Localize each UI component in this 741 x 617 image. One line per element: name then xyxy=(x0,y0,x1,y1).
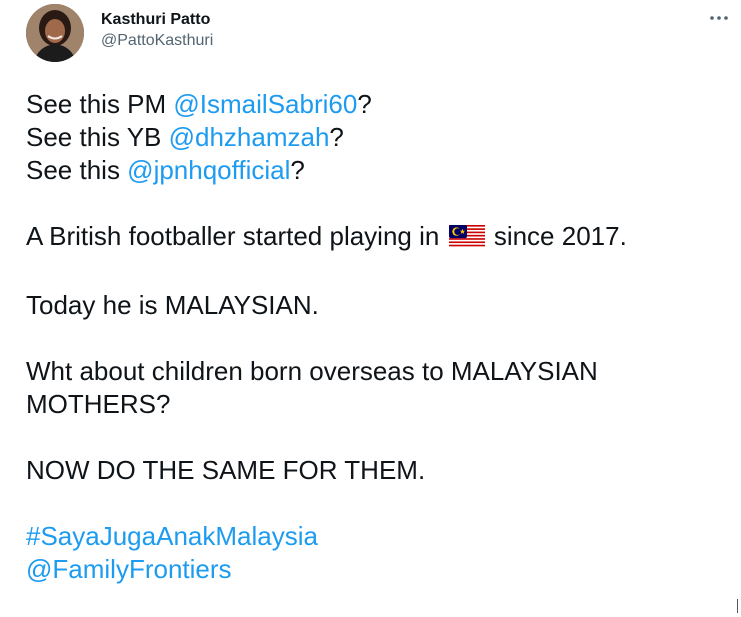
line-spacer xyxy=(26,322,726,355)
mention-link[interactable]: @FamilyFrontiers xyxy=(26,553,726,586)
text-segment: since 2017. xyxy=(493,221,627,251)
line-spacer xyxy=(26,256,726,289)
hashtag-link[interactable]: #SayaJugaAnakMalaysia xyxy=(26,520,726,553)
line-spacer xyxy=(26,487,726,520)
mention-link[interactable]: @jpnhqofficial xyxy=(127,155,290,185)
avatar[interactable] xyxy=(26,4,84,62)
line-spacer xyxy=(26,187,726,220)
mention-link[interactable]: @IsmailSabri60 xyxy=(173,89,357,119)
text-segment: ? xyxy=(290,155,305,185)
malaysia-flag-icon xyxy=(448,223,485,256)
text-segment: See this YB xyxy=(26,122,169,152)
tweet-line: A British footballer started playing in … xyxy=(26,220,726,256)
tweet-card: Kasthuri Patto @PattoKasthuri See this P… xyxy=(0,0,741,617)
more-options-button[interactable] xyxy=(704,6,734,30)
tweet-line: See this @jpnhqofficial? xyxy=(26,154,726,187)
text-cursor xyxy=(737,599,738,613)
tweet-line: See this PM @IsmailSabri60? xyxy=(26,88,726,121)
text-segment: See this PM xyxy=(26,89,174,119)
author-handle[interactable]: @PattoKasthuri xyxy=(101,31,213,51)
tweet-line: Wht about children born overseas to MALA… xyxy=(26,356,598,386)
text-segment: A British footballer started playing in xyxy=(26,221,440,251)
text-segment: See this xyxy=(26,155,128,185)
tweet-line: NOW DO THE SAME FOR THEM. xyxy=(26,455,426,485)
text-segment: ? xyxy=(329,122,344,152)
tweet-line: See this YB @dhzhamzah? xyxy=(26,121,726,154)
line-spacer xyxy=(26,421,726,454)
tweet-text: See this PM @IsmailSabri60? See this YB … xyxy=(26,88,726,586)
tweet-line: Today he is MALAYSIAN. xyxy=(26,290,319,320)
avatar-photo xyxy=(26,4,84,62)
author-display-name[interactable]: Kasthuri Patto xyxy=(101,10,213,30)
text-segment: ? xyxy=(357,89,372,119)
mention-link[interactable]: @dhzhamzah xyxy=(169,122,330,152)
more-horizontal-icon xyxy=(710,16,728,20)
tweet-line: MOTHERS? xyxy=(26,389,171,419)
author-block: Kasthuri Patto @PattoKasthuri xyxy=(101,10,213,51)
